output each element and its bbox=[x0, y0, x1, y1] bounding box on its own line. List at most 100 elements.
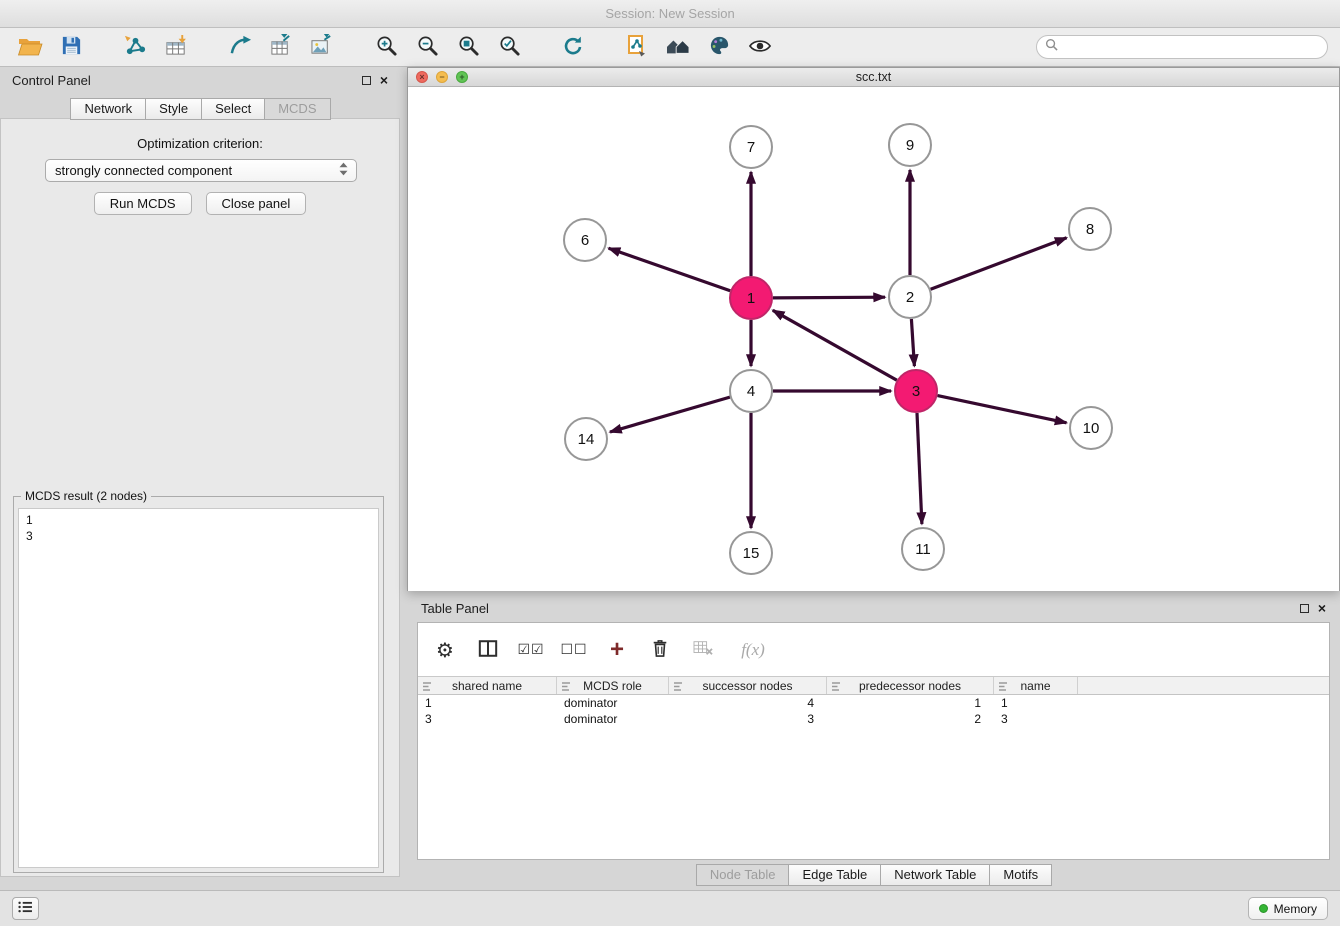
column-header-predecessor-nodes[interactable]: predecessor nodes bbox=[827, 677, 994, 694]
close-panel-x-button[interactable]: × bbox=[380, 75, 388, 85]
mcds-result-list[interactable]: 13 bbox=[18, 508, 379, 868]
table-settings-button[interactable]: ⚙ bbox=[432, 637, 458, 663]
first-neighbors-button[interactable] bbox=[222, 31, 258, 63]
column-sort-icon bbox=[561, 681, 572, 695]
style-paint-button[interactable] bbox=[701, 31, 737, 63]
graph-edge-3-10[interactable] bbox=[938, 396, 1067, 423]
result-item[interactable]: 1 bbox=[19, 512, 378, 528]
graph-edge-4-14[interactable] bbox=[610, 397, 730, 432]
deselect-all-columns-button[interactable]: ☐☐ bbox=[561, 637, 587, 663]
cell-mcds-role: dominator bbox=[557, 711, 669, 727]
table-row[interactable]: 1dominator411 bbox=[418, 695, 1329, 711]
tab-mcds[interactable]: MCDS bbox=[264, 98, 330, 120]
maximize-window-button[interactable]: + bbox=[456, 71, 468, 83]
zoom-fit-button[interactable] bbox=[450, 31, 486, 63]
save-session-button[interactable] bbox=[53, 31, 89, 63]
export-image-icon bbox=[310, 34, 335, 60]
cell-successor-nodes: 4 bbox=[669, 695, 827, 711]
graph-nodes: 7968124314101511 bbox=[564, 124, 1112, 574]
import-network-icon bbox=[123, 34, 148, 60]
minimize-window-button[interactable]: − bbox=[436, 71, 448, 83]
result-item[interactable]: 3 bbox=[19, 528, 378, 544]
main-toolbar bbox=[0, 28, 1340, 67]
close-window-button[interactable]: × bbox=[416, 71, 428, 83]
run-mcds-button[interactable]: Run MCDS bbox=[94, 192, 192, 215]
home-button[interactable] bbox=[660, 31, 696, 63]
zoom-in-button[interactable] bbox=[368, 31, 404, 63]
close-table-panel-button[interactable]: × bbox=[1318, 603, 1326, 613]
cell-predecessor-nodes: 2 bbox=[827, 711, 994, 727]
network-view-window: scc.txt × − + 7968124314101511 bbox=[407, 67, 1340, 591]
table-row[interactable]: 3dominator323 bbox=[418, 711, 1329, 727]
graph-edge-2-3[interactable] bbox=[911, 319, 914, 366]
graph-edge-3-11[interactable] bbox=[917, 413, 922, 524]
export-image-button[interactable] bbox=[304, 31, 340, 63]
network-graph[interactable]: 7968124314101511 bbox=[408, 87, 1339, 591]
graph-edge-3-1[interactable] bbox=[773, 310, 897, 380]
tab-network[interactable]: Network bbox=[70, 98, 146, 120]
graph-node-label: 2 bbox=[906, 289, 914, 306]
function-builder-button[interactable]: f(x) bbox=[733, 637, 773, 663]
open-file-button[interactable] bbox=[12, 31, 48, 63]
zoom-out-icon bbox=[416, 34, 439, 60]
search-input[interactable] bbox=[1063, 40, 1319, 55]
network-window-title: scc.txt bbox=[408, 70, 1339, 84]
node-table-header: shared nameMCDS rolesuccessor nodesprede… bbox=[418, 676, 1329, 695]
tab-edge-table[interactable]: Edge Table bbox=[788, 864, 881, 886]
refresh-button[interactable] bbox=[555, 31, 591, 63]
delete-table-button[interactable] bbox=[690, 637, 716, 663]
network-window-titlebar: scc.txt × − + bbox=[408, 68, 1339, 87]
tab-motifs[interactable]: Motifs bbox=[989, 864, 1052, 886]
clone-network-button[interactable] bbox=[619, 31, 655, 63]
column-sort-icon bbox=[998, 681, 1009, 695]
zoom-selected-button[interactable] bbox=[491, 31, 527, 63]
table-panel-header: Table Panel × bbox=[407, 597, 1340, 619]
node-table-body: 1dominator4113dominator323 bbox=[418, 695, 1329, 727]
memory-button[interactable]: Memory bbox=[1248, 897, 1328, 920]
plus-icon: + bbox=[610, 640, 624, 660]
cell-name: 3 bbox=[994, 711, 1078, 727]
zoom-in-icon bbox=[375, 34, 398, 60]
table-toolbar: ⚙ ☑☑ ☐☐ + f(x) bbox=[418, 623, 1329, 676]
window-title: Session: New Session bbox=[605, 6, 734, 21]
tab-style[interactable]: Style bbox=[145, 98, 202, 120]
show-hide-button[interactable] bbox=[742, 31, 778, 63]
task-history-button[interactable] bbox=[12, 897, 39, 920]
control-panel-header: Control Panel × bbox=[0, 67, 400, 93]
close-panel-button[interactable]: Close panel bbox=[206, 192, 307, 215]
float-table-panel-button[interactable] bbox=[1300, 604, 1309, 613]
graph-edge-2-8[interactable] bbox=[931, 238, 1067, 289]
column-header-successor-nodes[interactable]: successor nodes bbox=[669, 677, 827, 694]
open-folder-icon bbox=[17, 35, 43, 60]
graph-node-label: 14 bbox=[578, 431, 595, 448]
import-table-icon bbox=[164, 34, 189, 60]
cell-shared-name: 1 bbox=[418, 695, 557, 711]
column-header-mcds-role[interactable]: MCDS role bbox=[557, 677, 669, 694]
node-table-container: ⚙ ☑☑ ☐☐ + f(x) shared nameMCDS rolesucce… bbox=[417, 622, 1330, 860]
add-row-button[interactable]: + bbox=[604, 637, 630, 663]
cell-predecessor-nodes: 1 bbox=[827, 695, 994, 711]
import-network-button[interactable] bbox=[117, 31, 153, 63]
show-columns-button[interactable] bbox=[475, 637, 501, 663]
trash-icon bbox=[651, 638, 669, 661]
tab-network-table[interactable]: Network Table bbox=[880, 864, 990, 886]
curved-arrow-icon bbox=[228, 34, 253, 60]
export-table-button[interactable] bbox=[263, 31, 299, 63]
graph-edge-1-2[interactable] bbox=[773, 297, 885, 298]
graph-edge-1-6[interactable] bbox=[609, 248, 731, 291]
list-icon bbox=[18, 901, 33, 916]
tab-node-table[interactable]: Node Table bbox=[696, 864, 790, 886]
column-header-shared-name[interactable]: shared name bbox=[418, 677, 557, 694]
criterion-dropdown[interactable]: strongly connected component bbox=[45, 159, 357, 182]
search-field[interactable] bbox=[1036, 35, 1328, 59]
palette-icon bbox=[708, 34, 731, 60]
select-all-columns-button[interactable]: ☑☑ bbox=[518, 637, 544, 663]
import-table-button[interactable] bbox=[158, 31, 194, 63]
zoom-out-button[interactable] bbox=[409, 31, 445, 63]
delete-row-button[interactable] bbox=[647, 637, 673, 663]
column-header-label: name bbox=[1020, 679, 1050, 693]
tab-select[interactable]: Select bbox=[201, 98, 265, 120]
table-panel-title: Table Panel bbox=[421, 601, 489, 616]
float-panel-button[interactable] bbox=[362, 76, 371, 85]
column-header-name[interactable]: name bbox=[994, 677, 1078, 694]
